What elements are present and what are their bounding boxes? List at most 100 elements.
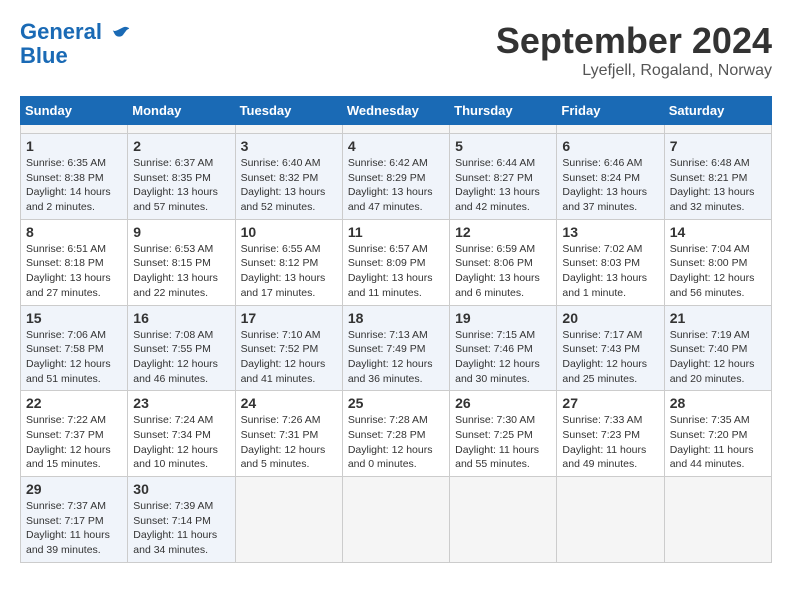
calendar-cell: 12Sunrise: 6:59 AMSunset: 8:06 PMDayligh… [450, 219, 557, 305]
logo: General Blue [20, 20, 132, 68]
day-number: 15 [26, 310, 122, 326]
calendar-week-6: 29 Sunrise: 7:37 AMSunset: 7:17 PMDayligh… [21, 477, 772, 563]
day-number: 4 [348, 138, 444, 154]
calendar-cell: 24 Sunrise: 7:26 AMSunset: 7:31 PMDayligh… [235, 391, 342, 477]
day-info: Sunrise: 6:44 AMSunset: 8:27 PMDaylight:… [455, 156, 551, 215]
calendar-cell: 20Sunrise: 7:17 AMSunset: 7:43 PMDayligh… [557, 305, 664, 391]
logo-blue-text: Blue [20, 44, 132, 68]
day-number: 21 [670, 310, 766, 326]
day-number: 3 [241, 138, 337, 154]
calendar-cell [557, 125, 664, 134]
calendar-cell: 26 Sunrise: 7:30 AMSunset: 7:25 PMDayligh… [450, 391, 557, 477]
day-number: 2 [133, 138, 229, 154]
day-info: Sunrise: 7:19 AMSunset: 7:40 PMDaylight:… [670, 328, 766, 387]
day-number: 29 [26, 481, 122, 497]
day-number: 30 [133, 481, 229, 497]
calendar-dow-thursday: Thursday [450, 97, 557, 125]
calendar-cell: 27Sunrise: 7:33 AMSunset: 7:23 PMDayligh… [557, 391, 664, 477]
day-info: Sunrise: 7:15 AMSunset: 7:46 PMDaylight:… [455, 328, 551, 387]
calendar-dow-saturday: Saturday [664, 97, 771, 125]
day-number: 7 [670, 138, 766, 154]
calendar-cell: 4 Sunrise: 6:42 AMSunset: 8:29 PMDaylight… [342, 134, 449, 220]
day-number: 28 [670, 395, 766, 411]
calendar-week-5: 22Sunrise: 7:22 AMSunset: 7:37 PMDayligh… [21, 391, 772, 477]
day-number: 17 [241, 310, 337, 326]
calendar-cell: 14 Sunrise: 7:04 AMSunset: 8:00 PMDayligh… [664, 219, 771, 305]
day-info: Sunrise: 7:06 AMSunset: 7:58 PMDaylight:… [26, 328, 122, 387]
calendar-dow-friday: Friday [557, 97, 664, 125]
calendar-cell: 30 Sunrise: 7:39 AMSunset: 7:14 PMDayligh… [128, 477, 235, 563]
calendar-cell [664, 477, 771, 563]
day-info: Sunrise: 7:02 AMSunset: 8:03 PMDaylight:… [562, 242, 658, 301]
calendar-cell [342, 477, 449, 563]
day-number: 14 [670, 224, 766, 240]
day-number: 10 [241, 224, 337, 240]
day-info: Sunrise: 7:39 AMSunset: 7:14 PMDaylight:… [133, 499, 229, 558]
day-number: 5 [455, 138, 551, 154]
calendar-cell: 6Sunrise: 6:46 AMSunset: 8:24 PMDaylight… [557, 134, 664, 220]
calendar-dow-tuesday: Tuesday [235, 97, 342, 125]
title-block: September 2024 Lyefjell, Rogaland, Norwa… [496, 20, 772, 80]
day-info: Sunrise: 7:17 AMSunset: 7:43 PMDaylight:… [562, 328, 658, 387]
calendar-week-4: 15 Sunrise: 7:06 AMSunset: 7:58 PMDayligh… [21, 305, 772, 391]
day-info: Sunrise: 7:10 AMSunset: 7:52 PMDaylight:… [241, 328, 337, 387]
day-info: Sunrise: 6:51 AMSunset: 8:18 PMDaylight:… [26, 242, 122, 301]
location-title: Lyefjell, Rogaland, Norway [496, 62, 772, 80]
calendar-cell: 2 Sunrise: 6:37 AMSunset: 8:35 PMDaylight… [128, 134, 235, 220]
calendar-cell: 23Sunrise: 7:24 AMSunset: 7:34 PMDayligh… [128, 391, 235, 477]
calendar-cell: 28 Sunrise: 7:35 AMSunset: 7:20 PMDayligh… [664, 391, 771, 477]
logo-text: General [20, 20, 132, 44]
calendar-cell: 3 Sunrise: 6:40 AMSunset: 8:32 PMDaylight… [235, 134, 342, 220]
calendar-dow-monday: Monday [128, 97, 235, 125]
calendar-cell: 16 Sunrise: 7:08 AMSunset: 7:55 PMDayligh… [128, 305, 235, 391]
calendar-cell: 11Sunrise: 6:57 AMSunset: 8:09 PMDayligh… [342, 219, 449, 305]
calendar-cell: 1Sunrise: 6:35 AMSunset: 8:38 PMDaylight… [21, 134, 128, 220]
day-number: 25 [348, 395, 444, 411]
calendar-cell [450, 477, 557, 563]
calendar-cell [342, 125, 449, 134]
day-info: Sunrise: 7:28 AMSunset: 7:28 PMDaylight:… [348, 413, 444, 472]
day-info: Sunrise: 7:37 AMSunset: 7:17 PMDaylight:… [26, 499, 122, 558]
calendar-cell: 7Sunrise: 6:48 AMSunset: 8:21 PMDaylight… [664, 134, 771, 220]
day-info: Sunrise: 6:42 AMSunset: 8:29 PMDaylight:… [348, 156, 444, 215]
day-number: 12 [455, 224, 551, 240]
day-info: Sunrise: 7:35 AMSunset: 7:20 PMDaylight:… [670, 413, 766, 472]
calendar-cell [128, 125, 235, 134]
month-title: September 2024 [496, 20, 772, 62]
day-number: 26 [455, 395, 551, 411]
day-number: 24 [241, 395, 337, 411]
day-info: Sunrise: 6:37 AMSunset: 8:35 PMDaylight:… [133, 156, 229, 215]
day-info: Sunrise: 6:53 AMSunset: 8:15 PMDaylight:… [133, 242, 229, 301]
calendar-cell: 22Sunrise: 7:22 AMSunset: 7:37 PMDayligh… [21, 391, 128, 477]
calendar-cell: 18Sunrise: 7:13 AMSunset: 7:49 PMDayligh… [342, 305, 449, 391]
day-number: 9 [133, 224, 229, 240]
day-number: 22 [26, 395, 122, 411]
calendar-cell [235, 125, 342, 134]
calendar-header-row: SundayMondayTuesdayWednesdayThursdayFrid… [21, 97, 772, 125]
day-info: Sunrise: 6:40 AMSunset: 8:32 PMDaylight:… [241, 156, 337, 215]
calendar-cell: 5 Sunrise: 6:44 AMSunset: 8:27 PMDaylight… [450, 134, 557, 220]
day-info: Sunrise: 6:35 AMSunset: 8:38 PMDaylight:… [26, 156, 122, 215]
day-number: 16 [133, 310, 229, 326]
calendar-cell: 21 Sunrise: 7:19 AMSunset: 7:40 PMDayligh… [664, 305, 771, 391]
day-info: Sunrise: 7:24 AMSunset: 7:34 PMDaylight:… [133, 413, 229, 472]
calendar-cell: 19Sunrise: 7:15 AMSunset: 7:46 PMDayligh… [450, 305, 557, 391]
calendar-cell: 29 Sunrise: 7:37 AMSunset: 7:17 PMDayligh… [21, 477, 128, 563]
calendar-cell [557, 477, 664, 563]
day-info: Sunrise: 7:08 AMSunset: 7:55 PMDaylight:… [133, 328, 229, 387]
day-info: Sunrise: 6:46 AMSunset: 8:24 PMDaylight:… [562, 156, 658, 215]
calendar-cell [235, 477, 342, 563]
calendar-cell: 10 Sunrise: 6:55 AMSunset: 8:12 PMDayligh… [235, 219, 342, 305]
calendar-cell: 15 Sunrise: 7:06 AMSunset: 7:58 PMDayligh… [21, 305, 128, 391]
logo-bird-icon [110, 22, 132, 44]
calendar-dow-sunday: Sunday [21, 97, 128, 125]
calendar-cell [21, 125, 128, 134]
calendar-week-1 [21, 125, 772, 134]
day-info: Sunrise: 7:30 AMSunset: 7:25 PMDaylight:… [455, 413, 551, 472]
day-info: Sunrise: 7:04 AMSunset: 8:00 PMDaylight:… [670, 242, 766, 301]
calendar-cell: 8Sunrise: 6:51 AMSunset: 8:18 PMDaylight… [21, 219, 128, 305]
day-info: Sunrise: 6:57 AMSunset: 8:09 PMDaylight:… [348, 242, 444, 301]
day-info: Sunrise: 7:26 AMSunset: 7:31 PMDaylight:… [241, 413, 337, 472]
day-info: Sunrise: 7:33 AMSunset: 7:23 PMDaylight:… [562, 413, 658, 472]
day-info: Sunrise: 6:55 AMSunset: 8:12 PMDaylight:… [241, 242, 337, 301]
